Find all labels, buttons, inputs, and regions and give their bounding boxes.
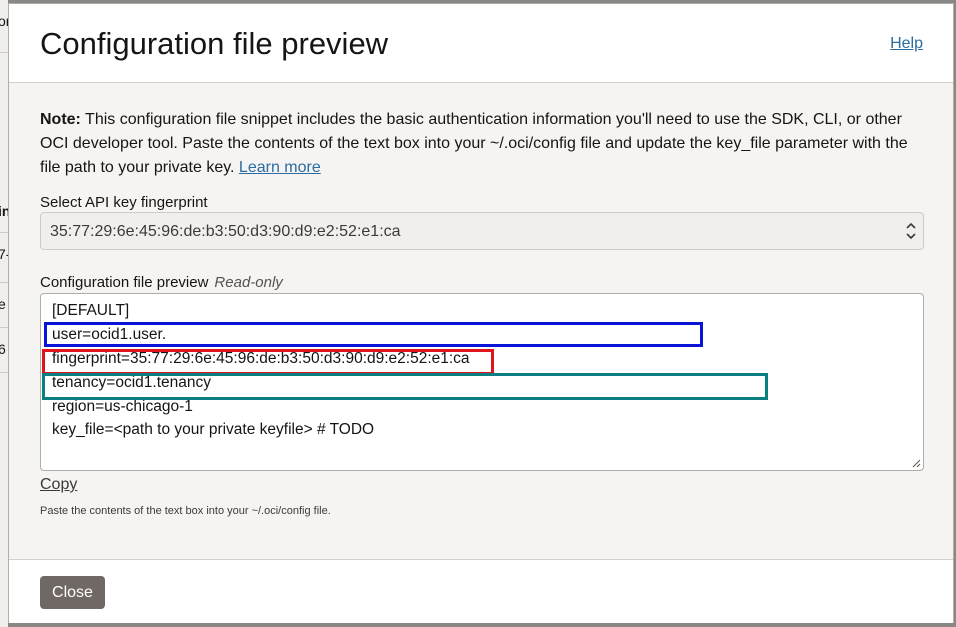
dialog-footer: Close <box>9 559 953 623</box>
dialog-body: Note: This configuration file snippet in… <box>9 83 953 559</box>
tenancy-highlight-box <box>42 373 768 400</box>
copy-hint: Paste the contents of the text box into … <box>40 505 331 517</box>
background-page: or in 7- e 6 <box>0 0 10 627</box>
fingerprint-select-label: Select API key fingerprint <box>40 194 208 211</box>
background-fragment: 6 <box>0 341 6 357</box>
config-preview-label-text: Configuration file preview <box>40 274 209 291</box>
config-preview-dialog: Configuration file preview Help Note: Th… <box>8 3 954 623</box>
note-text: This configuration file snippet includes… <box>40 111 908 176</box>
resize-grip-icon[interactable] <box>911 458 921 468</box>
background-divider <box>0 282 8 283</box>
chevron-up-down-icon <box>906 222 916 240</box>
background-divider <box>0 52 8 53</box>
config-preview-label: Configuration file preview Read-only <box>40 274 283 291</box>
learn-more-link[interactable]: Learn more <box>239 159 321 176</box>
close-button[interactable]: Close <box>40 576 105 609</box>
readonly-label: Read-only <box>214 274 283 291</box>
copy-link[interactable]: Copy <box>40 476 77 494</box>
note-paragraph: Note: This configuration file snippet in… <box>40 108 925 180</box>
fingerprint-select[interactable]: 35:77:29:6e:45:96:de:b3:50:d3:90:d9:e2:5… <box>40 212 924 250</box>
background-fragment: e <box>0 296 6 312</box>
config-line-default: [DEFAULT] <box>52 302 130 319</box>
background-divider <box>0 232 8 233</box>
background-divider <box>0 372 8 373</box>
help-link[interactable]: Help <box>890 35 923 53</box>
note-label: Note: <box>40 111 81 128</box>
fingerprint-select-value: 35:77:29:6e:45:96:de:b3:50:d3:90:d9:e2:5… <box>50 223 401 240</box>
dialog-title: Configuration file preview <box>40 26 389 61</box>
user-highlight-box <box>44 322 703 347</box>
config-line-key-file: key_file=<path to your private keyfile> … <box>52 421 375 438</box>
fingerprint-highlight-box <box>42 349 494 375</box>
config-line-region: region=us-chicago-1 <box>52 398 193 415</box>
dialog-header: Configuration file preview Help <box>9 4 953 83</box>
background-divider <box>0 327 8 328</box>
